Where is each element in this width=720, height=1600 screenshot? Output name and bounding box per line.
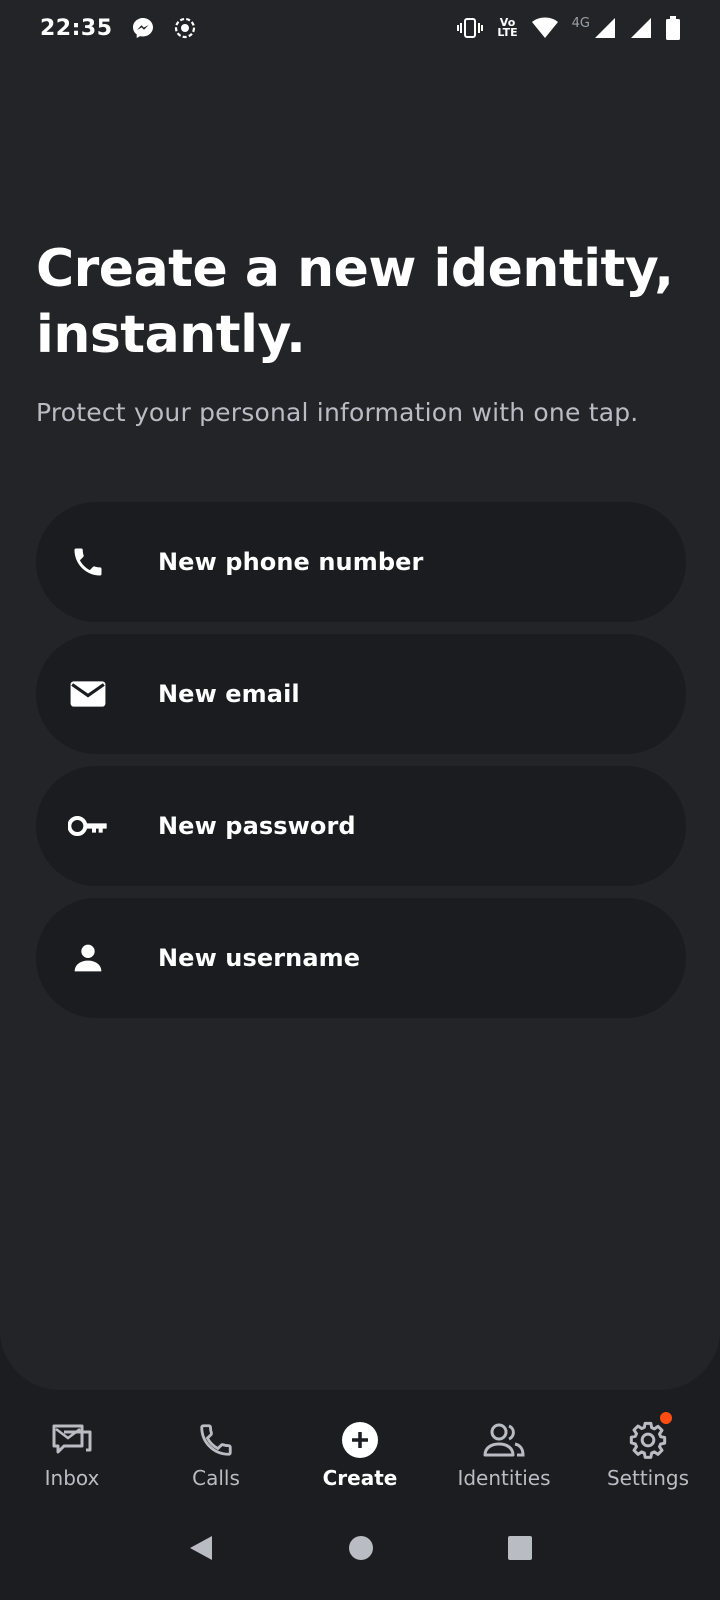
page-subtitle: Protect your personal information with o… xyxy=(36,398,639,427)
messenger-icon xyxy=(131,16,155,40)
notification-badge xyxy=(660,1412,672,1424)
app-screen: 22:35 Vo LTE 4G Create a new identity, i… xyxy=(0,0,720,1600)
status-time: 22:35 xyxy=(40,15,113,41)
screen-record-icon xyxy=(173,16,197,40)
volte-bottom: LTE xyxy=(497,26,518,39)
volte-icon: Vo LTE xyxy=(497,17,518,39)
inbox-icon xyxy=(50,1420,94,1460)
phone-icon xyxy=(194,1420,238,1460)
new-username-button[interactable]: New username xyxy=(36,898,686,1018)
new-email-button[interactable]: New email xyxy=(36,634,686,754)
mail-icon xyxy=(66,672,110,716)
key-icon xyxy=(66,804,110,848)
gear-icon xyxy=(626,1420,670,1460)
people-icon xyxy=(482,1420,526,1460)
back-icon[interactable] xyxy=(186,1533,216,1567)
main-card: 22:35 Vo LTE 4G Create a new identity, i… xyxy=(0,0,720,1390)
status-right: Vo LTE 4G xyxy=(457,16,680,40)
new-phone-number-button[interactable]: New phone number xyxy=(36,502,686,622)
nav-create[interactable]: Create xyxy=(288,1400,432,1500)
battery-icon xyxy=(666,16,680,40)
wifi-icon xyxy=(531,17,558,39)
system-navigation-bar xyxy=(0,1500,720,1600)
nav-calls[interactable]: Calls xyxy=(144,1400,288,1500)
person-icon xyxy=(66,936,110,980)
option-label: New username xyxy=(158,944,361,972)
nav-label: Create xyxy=(322,1466,398,1490)
nav-settings[interactable]: Settings xyxy=(576,1400,720,1500)
nav-label: Calls xyxy=(192,1466,240,1490)
recents-icon[interactable] xyxy=(506,1534,534,1566)
phone-icon xyxy=(66,540,110,584)
status-left: 22:35 xyxy=(40,16,197,41)
nav-label: Inbox xyxy=(44,1466,100,1490)
nav-label: Settings xyxy=(606,1466,690,1490)
status-bar: 22:35 Vo LTE 4G xyxy=(0,0,720,56)
identity-options: New phone number New email New password … xyxy=(36,502,686,1030)
plus-circle-icon xyxy=(338,1420,382,1460)
signal-icon xyxy=(594,17,616,39)
page-title: Create a new identity, instantly. xyxy=(36,239,674,365)
option-label: New phone number xyxy=(158,548,424,576)
signal-icon xyxy=(630,17,652,39)
new-password-button[interactable]: New password xyxy=(36,766,686,886)
vibrate-icon xyxy=(457,17,484,39)
network-type: 4G xyxy=(571,15,590,31)
home-icon[interactable] xyxy=(347,1534,375,1566)
option-label: New password xyxy=(158,812,356,840)
nav-label: Identities xyxy=(457,1466,551,1490)
nav-inbox[interactable]: Inbox xyxy=(0,1400,144,1500)
option-label: New email xyxy=(158,680,300,708)
bottom-navigation: Inbox Calls Create Identities Settings xyxy=(0,1400,720,1500)
nav-identities[interactable]: Identities xyxy=(432,1400,576,1500)
